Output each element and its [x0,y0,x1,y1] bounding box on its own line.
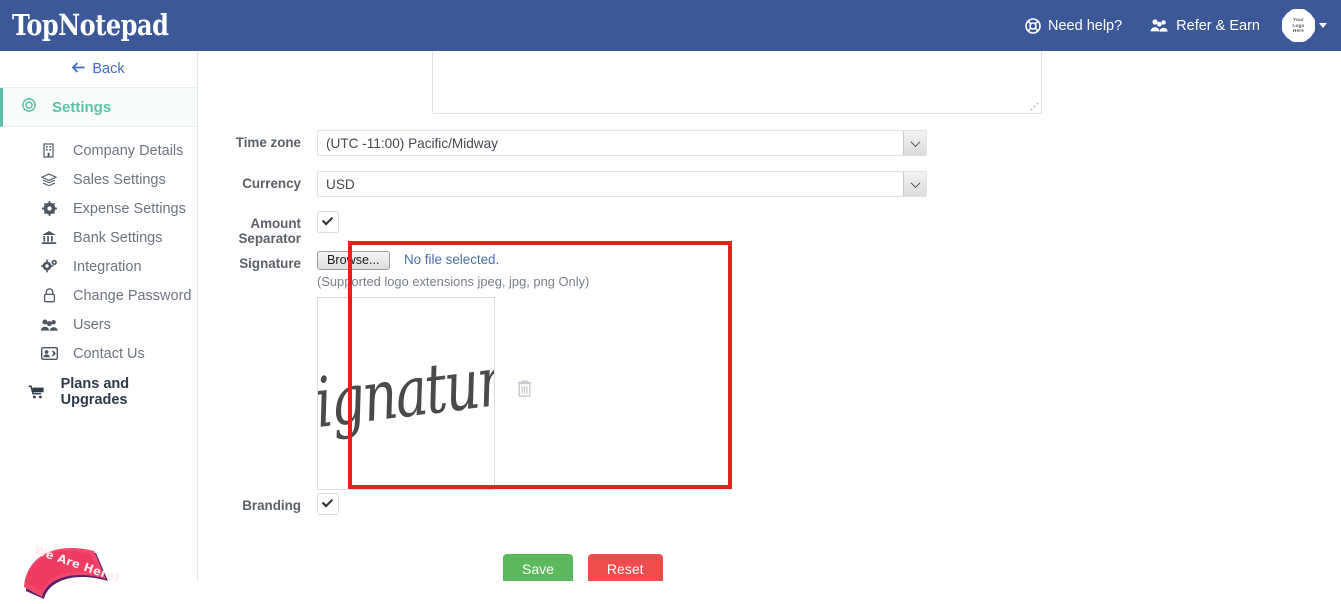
refer-earn-link[interactable]: Refer & Earn [1136,0,1274,51]
sidebar-item-label: Integration [73,258,142,275]
save-button[interactable]: Save [503,554,573,581]
sidebar-item-sales-settings[interactable]: Sales Settings [0,165,197,194]
signature-preview-box: Signature [317,297,495,490]
need-help-label: Need help? [1048,17,1123,34]
back-button[interactable]: Back [0,51,197,88]
signature-row: Signature Browse... No file selected. (S… [199,251,589,490]
branding-control [317,493,339,515]
avatar[interactable]: Your Logo Here [1282,9,1315,42]
gear-icon [20,96,38,118]
delete-signature-icon[interactable] [516,379,533,490]
sidebar-item-label: Sales Settings [73,171,166,188]
signature-file-input[interactable]: Browse... No file selected. [317,251,589,270]
sidebar-item-plans-and-upgrades[interactable]: Plans and Upgrades [0,376,197,408]
arrow-left-icon [72,61,85,77]
sidebar-item-company-details[interactable]: Company Details [0,136,197,165]
amount-separator-row: Amount Separator [199,211,339,246]
sidebar-item-label: Company Details [73,142,184,159]
sidebar-item-label: Bank Settings [73,229,163,246]
sidebar-item-label: Change Password [73,287,192,304]
amount-separator-control [317,211,339,233]
gear-icon [40,201,58,216]
back-label: Back [92,61,125,77]
settings-form: Time zone Currency Amount Separator [199,51,1341,581]
sidebar-item-bank-settings[interactable]: Bank Settings [0,223,197,252]
timezone-select[interactable] [317,130,927,156]
users-group-icon [1150,18,1169,33]
branding-checkbox[interactable] [317,493,339,515]
sidebar: Back Settings Company Details Sales Sett… [0,51,198,599]
shopping-cart-icon [28,385,46,399]
sidebar-item-integration[interactable]: Integration [0,252,197,281]
signature-control: Browse... No file selected. (Supported l… [317,251,589,490]
currency-control [317,171,927,197]
description-textarea[interactable] [432,51,1042,114]
signature-image-text: Signature [317,338,495,449]
sidebar-item-users[interactable]: Users [0,310,197,339]
app-logo[interactable]: TopNotepad [12,11,169,40]
refer-earn-label: Refer & Earn [1176,17,1260,34]
sidebar-item-label: Expense Settings [73,200,186,217]
currency-label: Currency [242,176,301,191]
sidebar-item-label: Contact Us [73,345,145,362]
no-file-selected-text: No file selected. [403,252,500,267]
layers-icon [40,172,58,187]
signature-label: Signature [239,256,301,271]
account-menu[interactable]: Your Logo Here [1274,9,1327,42]
sidebar-section-settings[interactable]: Settings [0,88,197,127]
resize-grip-icon[interactable] [1030,102,1039,111]
timezone-row: Time zone [199,130,927,156]
navbar-right-actions: Need help? Refer & Earn Your Logo Here [1011,0,1341,51]
check-icon [321,214,333,226]
sidebar-section-label: Settings [52,98,112,116]
users-icon [40,318,58,332]
extensions-hint: (Supported logo extensions jpeg, jpg, pn… [317,274,590,289]
need-help-link[interactable]: Need help? [1011,0,1136,51]
life-ring-icon [1025,17,1041,34]
sidebar-plans-label: Plans and Upgrades [60,376,130,408]
sidebar-item-change-password[interactable]: Change Password [0,281,197,310]
amount-separator-checkbox[interactable] [317,211,339,233]
timezone-label: Time zone [235,135,301,150]
chevron-down-icon[interactable] [1319,23,1327,28]
top-navbar: TopNotepad Need help? Refer & Earn Your … [0,0,1341,51]
bank-icon [40,230,58,245]
currency-select[interactable] [317,171,927,197]
sidebar-item-label: Users [73,316,111,333]
lock-icon [40,288,58,303]
form-actions: Save Reset [503,554,663,581]
browse-button[interactable]: Browse... [317,251,390,270]
check-icon [321,496,333,508]
timezone-control [317,130,927,156]
branding-label: Branding [242,498,301,513]
signature-preview-area: Signature [317,297,589,490]
avatar-line-3: Here [1292,28,1304,34]
cogs-icon [40,259,58,274]
we-are-here-ribbon[interactable]: We Are Here! [22,541,122,599]
sidebar-item-contact-us[interactable]: Contact Us [0,339,197,368]
contact-card-icon [40,347,58,360]
amount-separator-label: Amount Separator [238,216,301,246]
sidebar-item-expense-settings[interactable]: Expense Settings [0,194,197,223]
reset-button[interactable]: Reset [587,554,663,581]
building-icon [40,143,58,158]
branding-row: Branding [199,493,339,515]
currency-row: Currency [199,171,927,197]
